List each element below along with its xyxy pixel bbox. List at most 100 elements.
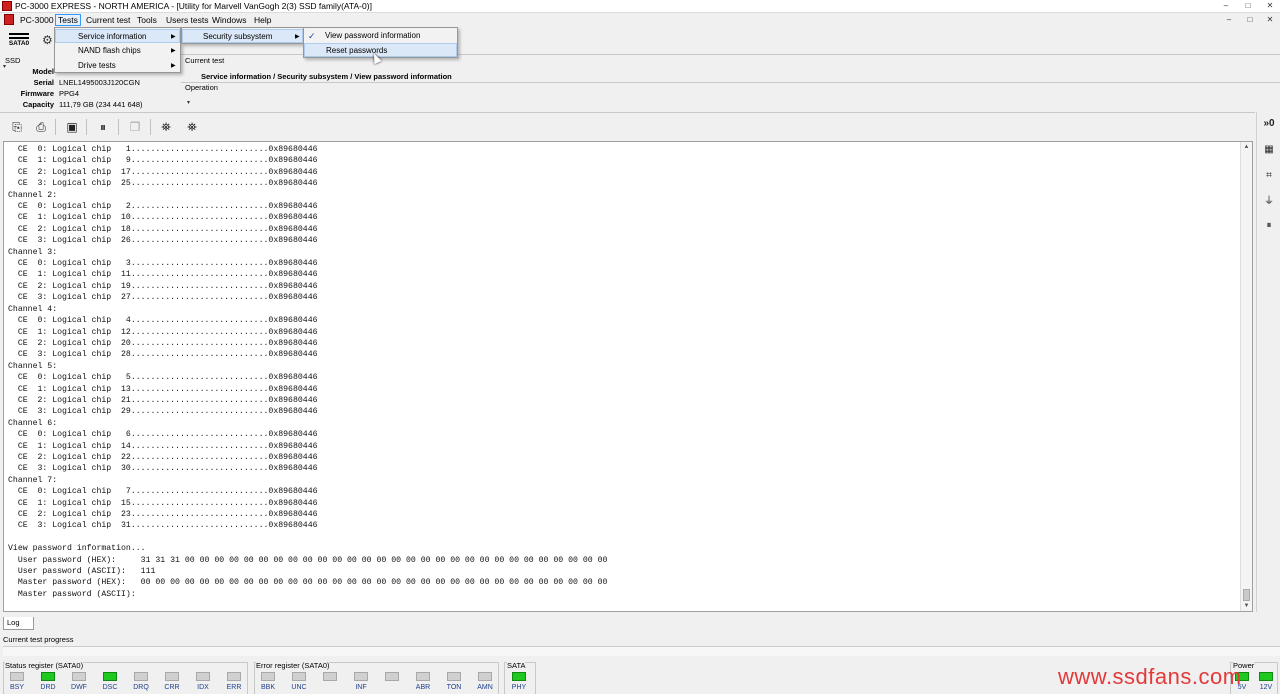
open-log-icon[interactable]: ⎘ [10, 120, 24, 134]
chip-icon[interactable]: ▦ [1261, 142, 1277, 158]
window-title: PC-3000 EXPRESS - NORTH AMERICA - [Utili… [15, 1, 372, 11]
ssd-section-label: SSD [5, 56, 21, 65]
log-line: CE 3: Logical chip 28...................… [8, 350, 318, 360]
status-led [41, 672, 55, 681]
copy-icon[interactable]: ❐ [128, 120, 142, 134]
sata-port-button[interactable]: SATA0 [6, 30, 32, 54]
log-line: CE 1: Logical chip 13...................… [8, 384, 318, 394]
submenu-arrow-icon: ▶ [171, 34, 176, 40]
log-line: CE 0: Logical chip 4....................… [8, 316, 318, 326]
submenu-arrow-icon: ▶ [171, 48, 176, 54]
print-icon[interactable]: ⎙ [34, 120, 48, 134]
log-line: CE 0: Logical chip 6....................… [8, 430, 318, 440]
log-output[interactable]: CE 0: Logical chip 1....................… [3, 141, 1253, 612]
status-led [165, 672, 179, 681]
operation-label: Operation [185, 83, 218, 92]
menu-item-drive-tests[interactable]: Drive tests ▶ [55, 59, 180, 73]
menu-tools[interactable]: Tools [137, 15, 157, 25]
menu-windows[interactable]: Windows [212, 15, 246, 25]
mdi-close-button[interactable]: ✕ [1263, 14, 1277, 25]
mdi-minimize-button[interactable]: – [1222, 14, 1236, 25]
log-line: CE 3: Logical chip 26...................… [8, 236, 318, 246]
power-led-label: 12V [1259, 684, 1273, 691]
toolbar-separator [118, 119, 119, 135]
tab-log[interactable]: Log [3, 617, 34, 630]
menu-item-view-password-information[interactable]: ✓ View password information [304, 29, 457, 43]
pause-icon[interactable]: ⏸ [96, 120, 110, 134]
find-icon[interactable]: ⛯ [159, 120, 173, 134]
status-led [103, 672, 117, 681]
log-line: Channel 5: [8, 361, 58, 371]
menu-item-label: Service information [78, 32, 147, 41]
status-led-label: DRD [40, 684, 56, 691]
log-line: CE 0: Logical chip 5....................… [8, 373, 318, 383]
sata-port-icon [9, 33, 29, 39]
menu-current-test[interactable]: Current test [86, 15, 130, 25]
mdi-restore-button[interactable]: □ [1243, 14, 1257, 25]
save-icon[interactable]: ▣ [65, 120, 79, 134]
sata-title: SATA [507, 661, 526, 670]
error-led [447, 672, 461, 681]
log-line: Channel 7: [8, 475, 58, 485]
toolbar-separator [55, 119, 56, 135]
doc-icon [4, 14, 14, 25]
error-led-label: ABR [415, 684, 431, 691]
minimize-button[interactable]: – [1218, 1, 1234, 11]
menu-pc3000[interactable]: PC-3000 [20, 15, 54, 25]
status-led [196, 672, 210, 681]
sata-led [512, 672, 526, 681]
log-text: CE 0: Logical chip 1....................… [8, 144, 607, 600]
log-line: CE 2: Logical chip 22...................… [8, 452, 318, 462]
title-bar: PC-3000 EXPRESS - NORTH AMERICA - [Utili… [0, 0, 1280, 13]
status-led [72, 672, 86, 681]
log-line: Channel 2: [8, 190, 58, 200]
log-line: Master password (HEX): 00 00 00 00 00 00… [8, 578, 608, 588]
log-line: CE 1: Logical chip 11...................… [8, 270, 318, 280]
power-led [1259, 672, 1273, 681]
maximize-button[interactable]: □ [1240, 1, 1256, 11]
reset-icon[interactable]: ⌗ [1261, 168, 1277, 184]
toolbar-separator [150, 119, 151, 135]
menu-item-service-information[interactable]: Service information ▶ [55, 29, 180, 43]
app-icon [2, 1, 12, 11]
log-line: CE 0: Logical chip 3....................… [8, 259, 318, 269]
find-next-icon[interactable]: ⛯ [185, 120, 199, 134]
status-led-label: ERR [226, 684, 242, 691]
scroll-thumb[interactable] [1243, 589, 1250, 601]
firmware-value: PPG4 [59, 89, 80, 98]
scroll-down-icon[interactable]: ▼ [1241, 601, 1252, 611]
log-line: CE 0: Logical chip 1....................… [8, 145, 318, 154]
log-line: CE 3: Logical chip 31...................… [8, 521, 318, 531]
log-scrollbar[interactable]: ▲ ▼ [1240, 142, 1252, 611]
error-led-label: UNC [291, 684, 307, 691]
menu-tests[interactable]: Tests [55, 14, 81, 26]
log-line: CE 2: Logical chip 23...................… [8, 510, 318, 519]
status-led-label: BSY [9, 684, 24, 691]
service-information-submenu: Security subsystem ▶ [181, 27, 304, 44]
pause-icon[interactable]: ⏸ [1261, 218, 1277, 234]
menu-help[interactable]: Help [254, 15, 271, 25]
error-led-label: BBK [260, 684, 275, 691]
error-led [478, 672, 492, 681]
zero-counter-icon[interactable]: »0 [1261, 116, 1277, 132]
menu-users-tests[interactable]: Users tests [166, 15, 209, 25]
menu-item-nand-flash-chips[interactable]: NAND flash chips ▶ [55, 44, 180, 58]
error-led [416, 672, 430, 681]
log-line: Master password (ASCII): [8, 589, 136, 599]
log-line: User password (ASCII): 111 [8, 567, 156, 577]
status-led-label: DWF [71, 684, 87, 691]
serial-label: Serial [33, 78, 54, 87]
close-button[interactable]: ✕ [1262, 1, 1278, 11]
status-led-label: DRQ [133, 684, 149, 691]
error-led-label: TON [446, 684, 462, 691]
collapse-arrow-icon[interactable]: ▾ [187, 99, 190, 106]
power-switch-icon[interactable]: ⏚ [1261, 194, 1277, 210]
menu-item-security-subsystem[interactable]: Security subsystem ▶ [182, 29, 303, 43]
log-line: CE 1: Logical chip 10...................… [8, 213, 318, 223]
log-line: CE 0: Logical chip 7....................… [8, 487, 318, 497]
log-line: CE 3: Logical chip 29...................… [8, 407, 318, 417]
menu-item-reset-passwords[interactable]: Reset passwords [304, 43, 457, 57]
log-line: CE 2: Logical chip 19...................… [8, 281, 318, 291]
gear-icon[interactable]: ⚙ [42, 33, 54, 47]
scroll-up-icon[interactable]: ▲ [1241, 142, 1252, 152]
